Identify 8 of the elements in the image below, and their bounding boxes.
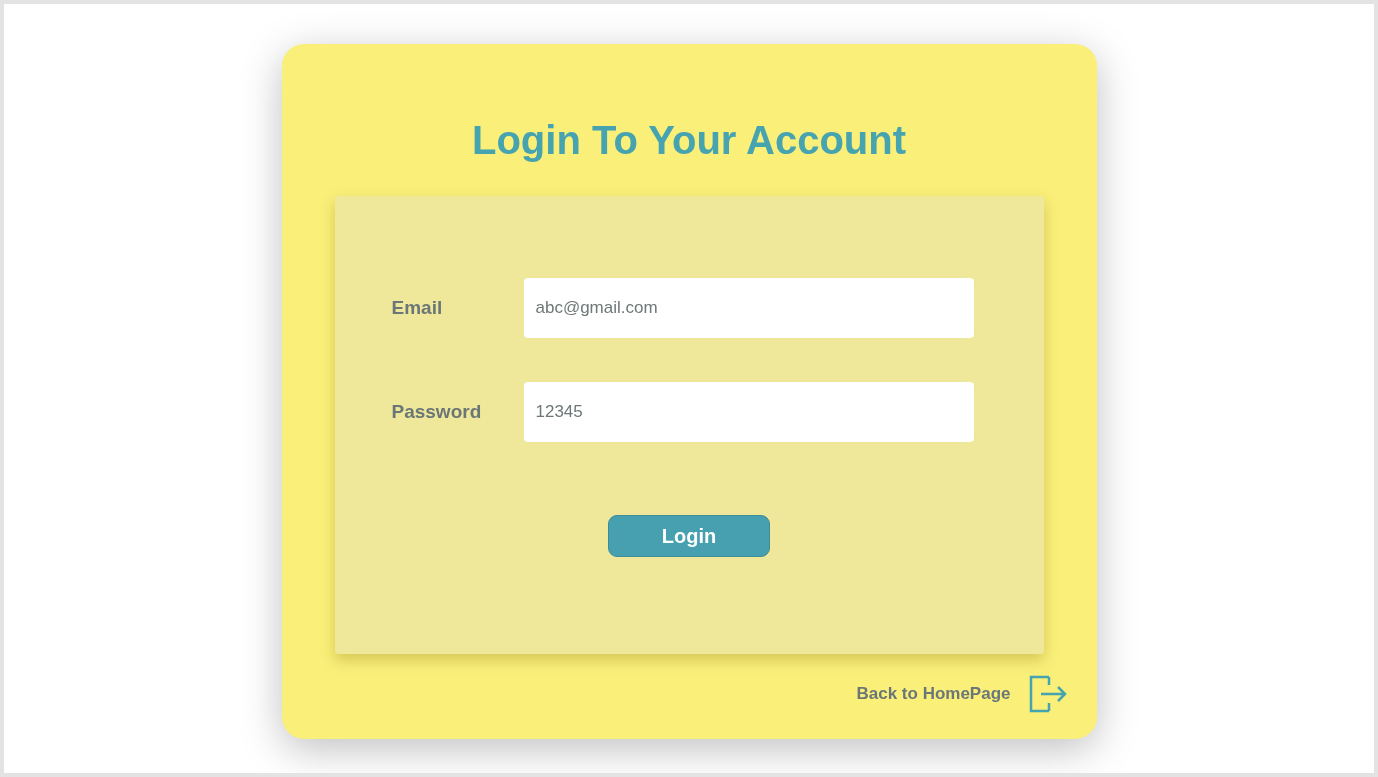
field-label: Password xyxy=(391,399,483,424)
back-link[interactable]: Back to HomePage xyxy=(856,681,1011,707)
input-field[interactable]: abc@gmail.com xyxy=(523,278,974,338)
field-label: Email xyxy=(391,295,444,320)
login-button[interactable]: Login xyxy=(608,515,770,557)
page-title: Login To Your Account xyxy=(472,117,906,164)
exit-icon xyxy=(1028,675,1067,713)
input-field[interactable]: 12345 xyxy=(523,382,974,442)
